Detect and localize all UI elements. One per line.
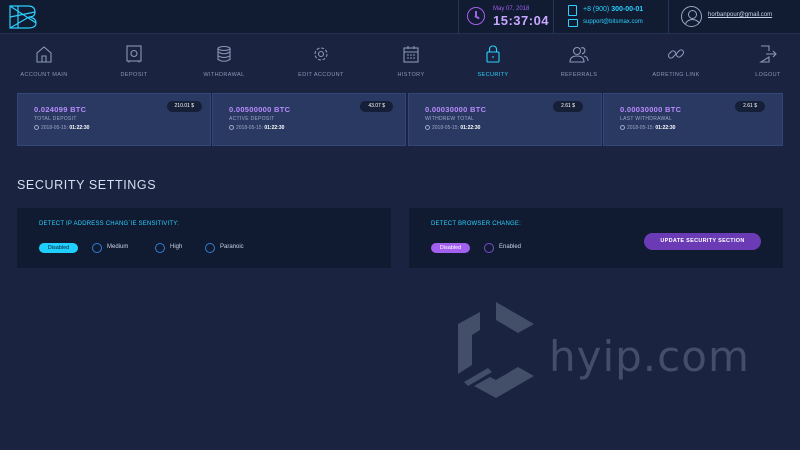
nav-history[interactable]: HISTORY (386, 35, 436, 87)
disabled-option-selected[interactable]: Disabled (39, 243, 78, 253)
nav-logout[interactable]: LOGOUT (746, 35, 790, 87)
mail-icon (568, 19, 578, 27)
logout-icon (759, 45, 777, 63)
update-security-button[interactable]: UPDATE SECURITY SECTION (644, 233, 761, 250)
calendar-icon (403, 46, 419, 63)
medium-label[interactable]: Medium (107, 244, 128, 250)
card-timestamp: 2018-05-15: 01:22:30 (425, 125, 480, 131)
clock-icon (620, 125, 625, 130)
hyip-logo-watermark (458, 302, 534, 398)
card-label: TOTAL DEPOSIT (34, 116, 77, 122)
header-divider (553, 0, 554, 34)
usd-badge: 43.07 $ (360, 101, 393, 112)
card-value: 0.00030000 BTC (620, 105, 682, 114)
last-withdrawal-card: 0.00030000 BTC LAST WITHDRAWAL 2018-05-1… (603, 93, 783, 146)
panel-title: DETECT IP ADDRESS CHANG`IE SENSITIVITY: (39, 221, 179, 227)
paranoic-radio[interactable] (205, 243, 215, 253)
nav-advertising-link[interactable]: ADRETING LINK (643, 35, 709, 87)
clock-icon (467, 7, 485, 25)
card-value: 0.024099 BTC (34, 105, 87, 114)
card-value: 0.00500000 BTC (229, 105, 291, 114)
card-timestamp: 2018-05-15: 01:22:30 (34, 125, 89, 131)
usd-badge: 2.61 $ (735, 101, 765, 112)
main-navigation: ACCOUNT MAIN DEPOSIT WITHDRAWAL EDIT ACC… (0, 35, 800, 87)
usd-badge: 210.01 $ (166, 101, 202, 112)
panel-title: DETECT BROWSER CHANGE: (431, 221, 521, 227)
home-icon (36, 46, 52, 63)
card-value: 0.00030000 BTC (425, 105, 487, 114)
card-label: LAST WITHDRAWAL (620, 116, 673, 122)
high-radio[interactable] (155, 243, 165, 253)
card-timestamp: 2018-05-15: 01:22:30 (620, 125, 675, 131)
user-email-link[interactable]: horbanpour@gmail.com (708, 12, 772, 18)
withdrew-total-card: 0.00030000 BTC WITHDREW TOTAL 2018-05-15… (408, 93, 602, 146)
enabled-label[interactable]: Enabled (499, 244, 521, 250)
bitsmax-logo[interactable] (8, 4, 38, 30)
support-phone[interactable]: +8 (900) 300-00-01 (583, 6, 643, 13)
header-divider (668, 0, 669, 34)
link-icon (667, 49, 685, 59)
disabled-option-selected[interactable]: Disabled (431, 243, 470, 253)
browser-change-panel: DETECT BROWSER CHANGE: Disabled Enabled … (409, 208, 783, 268)
phone-icon (568, 5, 577, 16)
total-deposit-card: 0.024099 BTC TOTAL DEPOSIT 2018-05-15: 0… (17, 93, 211, 146)
clock-icon (229, 125, 234, 130)
medium-radio[interactable] (92, 243, 102, 253)
lock-icon (486, 45, 500, 63)
enabled-radio[interactable] (484, 243, 494, 253)
ip-sensitivity-panel: DETECT IP ADDRESS CHANG`IE SENSITIVITY: … (17, 208, 391, 268)
nav-deposit[interactable]: DEPOSIT (104, 35, 164, 87)
card-timestamp: 2018-05-15: 01:22:30 (229, 125, 284, 131)
high-label[interactable]: High (170, 244, 182, 250)
active-deposit-card: 0.00500000 BTC ACTIVE DEPOSIT 2018-05-15… (212, 93, 406, 146)
support-email[interactable]: support@bitsmax.com (583, 19, 643, 25)
page-title: SECURITY SETTINGS (17, 178, 157, 192)
user-avatar-icon[interactable] (681, 6, 702, 27)
header-divider (458, 0, 459, 34)
gear-icon (314, 47, 328, 61)
users-icon (569, 46, 589, 63)
paranoic-label[interactable]: Paranoic (220, 244, 244, 250)
nav-account-main[interactable]: ACCOUNT MAIN (8, 35, 80, 87)
clock-icon (425, 125, 430, 130)
hyip-watermark-text: hyip.com (549, 332, 750, 381)
clock-icon (34, 125, 39, 130)
nav-security[interactable]: SECURITY (468, 35, 518, 87)
card-label: WITHDREW TOTAL (425, 116, 475, 122)
nav-referrals[interactable]: REFERRALS (548, 35, 610, 87)
nav-edit-account[interactable]: EDIT ACCOUNT (290, 35, 352, 87)
card-label: ACTIVE DEPOSIT (229, 116, 275, 122)
nav-withdrawal[interactable]: WITHDRAWAL (193, 35, 255, 87)
current-time: 15:37:04 (493, 13, 550, 28)
usd-badge: 2.61 $ (553, 101, 583, 112)
top-header: May 07, 2018 15:37:04 +8 (900) 300-00-01… (0, 0, 800, 34)
coins-icon (217, 45, 231, 62)
safe-icon (126, 45, 142, 63)
current-date: May 07, 2018 (493, 6, 530, 12)
